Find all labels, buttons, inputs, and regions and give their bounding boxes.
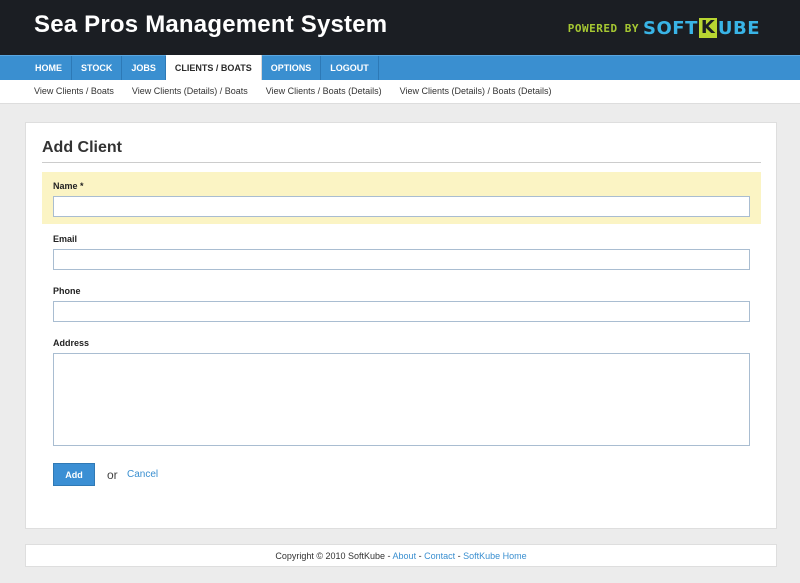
tab-jobs[interactable]: JOBS [122, 56, 166, 81]
page-footer: Copyright © 2010 SoftKube - About - Cont… [25, 544, 777, 567]
address-field-group: Address [42, 328, 761, 448]
tab-logout[interactable]: LOGOUT [321, 56, 379, 81]
footer-separator: - [455, 551, 464, 561]
phone-field-group: Phone [42, 276, 761, 328]
footer-separator: - [416, 551, 425, 561]
brand-k-block: K [698, 18, 717, 38]
tab-options[interactable]: OPTIONS [262, 56, 322, 81]
tab-clients-boats[interactable]: CLIENTS / BOATS [165, 55, 262, 81]
copyright-text: Copyright © 2010 SoftKube - [275, 551, 393, 561]
email-field-group: Email [42, 224, 761, 276]
subnav-view-clients-details-boats-details[interactable]: View Clients (Details) / Boats (Details) [400, 80, 552, 104]
nav-tabs: HOME STOCK JOBS CLIENTS / BOATS OPTIONS … [26, 55, 379, 81]
softkube-home-link[interactable]: SoftKube Home [463, 551, 527, 561]
sub-nav: View Clients / Boats View Clients (Detai… [0, 80, 800, 104]
contact-link[interactable]: Contact [424, 551, 455, 561]
cancel-link[interactable]: Cancel [127, 469, 158, 480]
subnav-links: View Clients / Boats View Clients (Detai… [34, 80, 552, 104]
name-input[interactable] [53, 196, 750, 217]
tab-home[interactable]: HOME [26, 56, 72, 81]
phone-label: Phone [53, 286, 81, 296]
add-button[interactable]: Add [53, 463, 95, 486]
address-label: Address [53, 338, 90, 348]
main-nav: HOME STOCK JOBS CLIENTS / BOATS OPTIONS … [0, 55, 800, 81]
subnav-view-clients-boats[interactable]: View Clients / Boats [34, 80, 114, 104]
page-title: Add Client [42, 139, 122, 156]
email-label: Email [53, 234, 78, 244]
brand-soft: SOFT [643, 17, 698, 39]
subnav-view-clients-boats-details[interactable]: View Clients / Boats (Details) [266, 80, 382, 104]
app-title: Sea Pros Management System [34, 11, 388, 38]
email-input[interactable] [53, 249, 750, 270]
name-field-group: Name * [42, 172, 761, 224]
or-text: or [107, 468, 118, 482]
brand-ube: UBE [717, 17, 760, 39]
add-client-card: Add Client Name * Email Phone Address Ad… [25, 122, 777, 529]
title-divider [42, 162, 761, 163]
powered-by-logo: POWERED BY SOFT K UBE [567, 17, 760, 39]
app-header: Sea Pros Management System POWERED BY SO… [0, 0, 800, 55]
powered-by-text: POWERED BY [567, 21, 640, 35]
phone-input[interactable] [53, 301, 750, 322]
about-link[interactable]: About [393, 551, 417, 561]
subnav-view-clients-details-boats[interactable]: View Clients (Details) / Boats [132, 80, 248, 104]
tab-stock[interactable]: STOCK [72, 56, 123, 81]
address-textarea[interactable] [53, 353, 750, 446]
name-label: Name * [53, 181, 84, 191]
